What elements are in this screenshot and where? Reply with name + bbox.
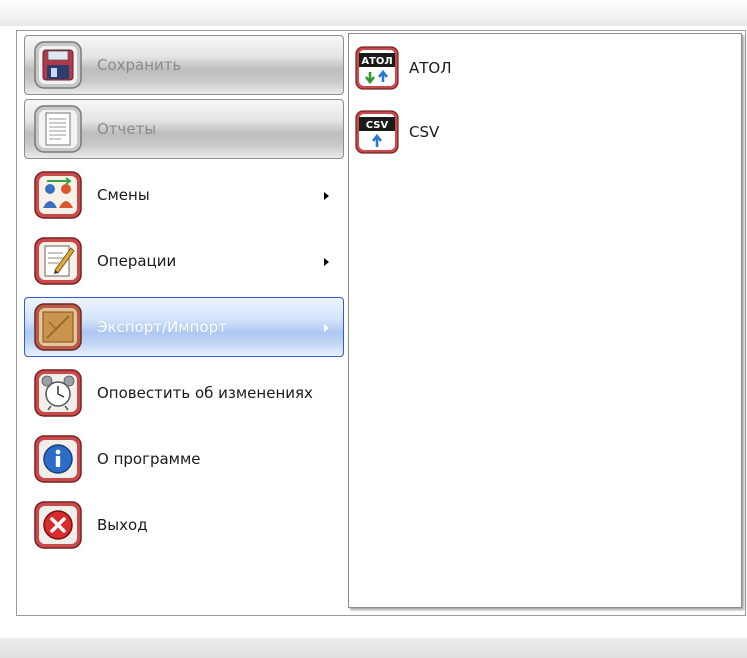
- submenu-item-label: CSV: [409, 123, 440, 141]
- alarm-clock-icon: [33, 368, 83, 418]
- menu-item-save[interactable]: Сохранить: [24, 35, 344, 95]
- menu-item-label: Выход: [97, 516, 148, 534]
- atol-icon: АТОЛ: [355, 46, 399, 90]
- submenu-arrow-icon: [324, 258, 329, 266]
- submenu-arrow-icon: [324, 324, 329, 332]
- menu-item-about[interactable]: О программе: [24, 429, 344, 489]
- csv-icon: CSV: [355, 110, 399, 154]
- menu-item-export-import[interactable]: Экспорт/Импорт: [24, 297, 344, 357]
- menu-left-pane: Сохранить Отчеты Смены Операции Экспорт/…: [20, 33, 346, 611]
- application-menu: Сохранить Отчеты Смены Операции Экспорт/…: [16, 30, 746, 616]
- menu-item-reports[interactable]: Отчеты: [24, 99, 344, 159]
- floppy-disk-icon: [33, 40, 83, 90]
- menu-item-label: О программе: [97, 450, 201, 468]
- info-icon: [33, 434, 83, 484]
- menu-item-label: Сохранить: [97, 56, 182, 74]
- menu-item-exit[interactable]: Выход: [24, 495, 344, 555]
- report-document-icon: [33, 104, 83, 154]
- csv-icon-text: CSV: [366, 120, 389, 131]
- submenu-arrow-icon: [324, 192, 329, 200]
- atol-icon-text: АТОЛ: [361, 56, 392, 67]
- submenu-item-atol[interactable]: АТОЛ АТОЛ: [355, 40, 735, 96]
- shift-people-icon: [33, 170, 83, 220]
- menu-item-label: Операции: [97, 252, 177, 270]
- top-strip: [0, 0, 747, 26]
- menu-item-operations[interactable]: Операции: [24, 231, 344, 291]
- menu-item-label: Смены: [97, 186, 150, 204]
- submenu-item-label: АТОЛ: [409, 59, 452, 77]
- menu-item-notify-changes[interactable]: Оповестить об изменениях: [24, 363, 344, 423]
- menu-item-label: Оповестить об изменениях: [97, 384, 313, 402]
- submenu-item-csv[interactable]: CSV CSV: [355, 104, 735, 160]
- submenu-pane: АТОЛ АТОЛ CSV CSV: [348, 33, 742, 608]
- exit-icon: [33, 500, 83, 550]
- menu-item-label: Экспорт/Импорт: [97, 318, 227, 336]
- menu-item-label: Отчеты: [97, 120, 157, 138]
- pane-divider: [344, 33, 347, 611]
- operations-clipboard-icon: [33, 236, 83, 286]
- menu-item-shifts[interactable]: Смены: [24, 165, 344, 225]
- bottom-strip: [0, 638, 747, 658]
- export-import-icon: [33, 302, 83, 352]
